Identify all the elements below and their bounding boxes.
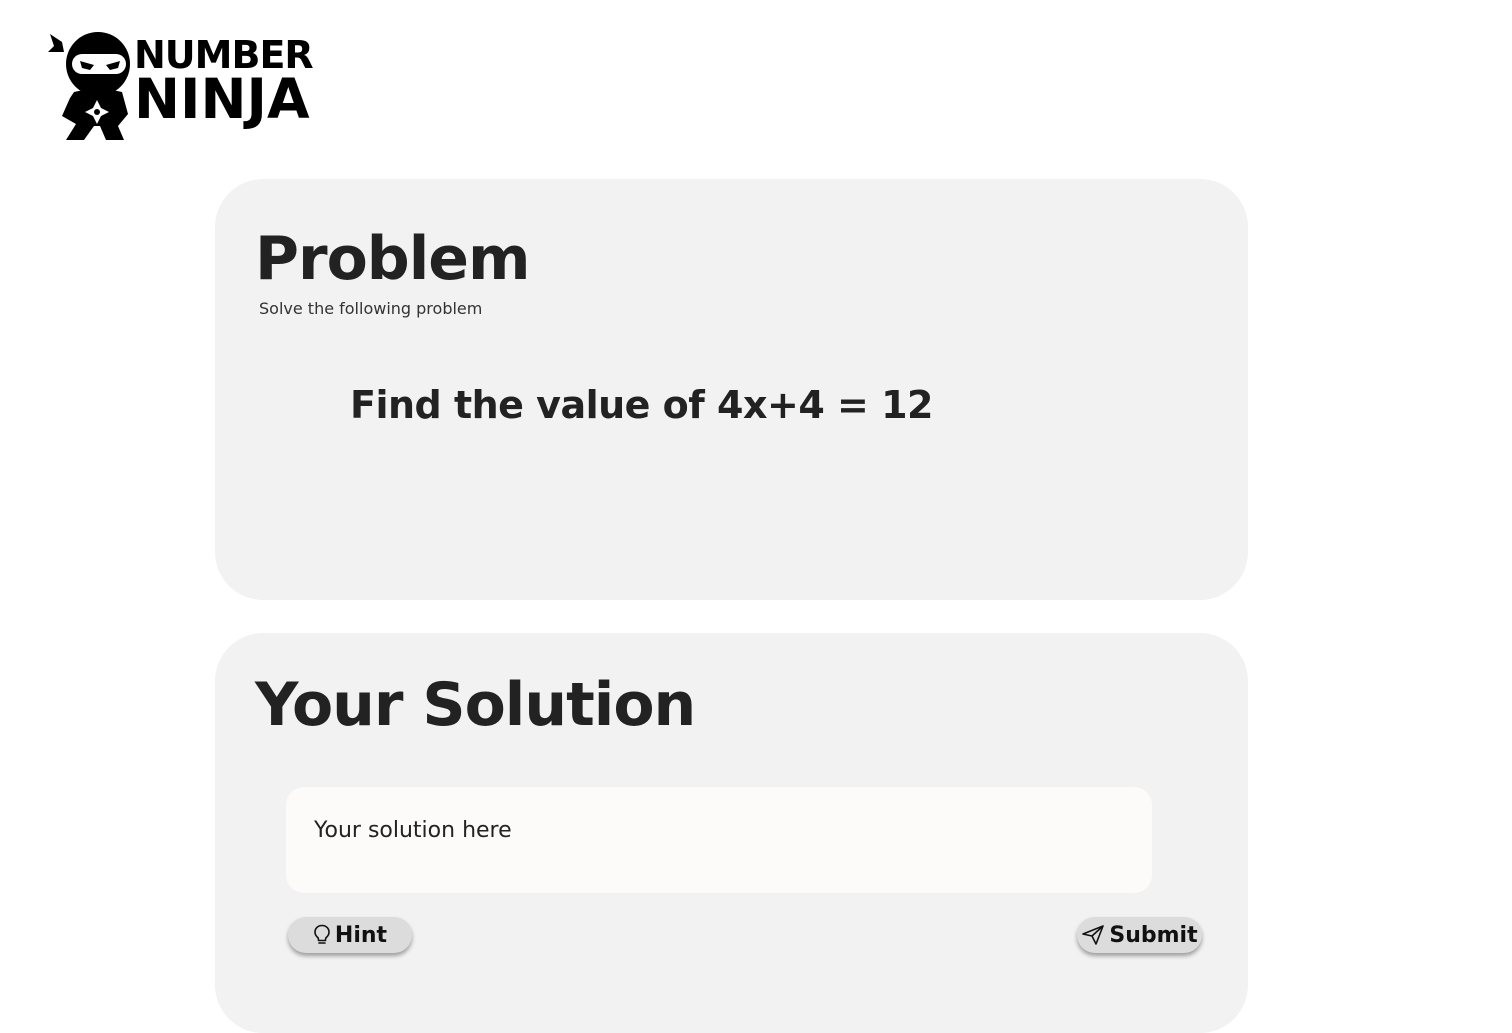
problem-question: Find the value of 4x+4 = 12 [350, 383, 933, 427]
solution-input[interactable] [286, 787, 1152, 893]
lightbulb-icon [313, 924, 331, 946]
problem-title: Problem [255, 224, 531, 294]
solution-card: Your Solution Hint Submit [215, 633, 1248, 1033]
brand-logo[interactable]: NUMBER NINJA [48, 28, 338, 144]
brand-line2: NINJA [134, 67, 310, 131]
problem-subtitle: Solve the following problem [259, 299, 483, 318]
brand-wordmark: NUMBER NINJA [134, 36, 314, 131]
solution-title: Your Solution [255, 670, 696, 740]
hint-label: Hint [334, 922, 388, 948]
submit-label: Submit [1109, 922, 1198, 948]
ninja-mascot-icon [48, 32, 130, 140]
hint-button[interactable]: Hint [288, 917, 412, 953]
problem-card: Problem Solve the following problem Find… [215, 179, 1248, 600]
submit-button[interactable]: Submit [1077, 917, 1202, 953]
send-icon [1081, 924, 1105, 946]
